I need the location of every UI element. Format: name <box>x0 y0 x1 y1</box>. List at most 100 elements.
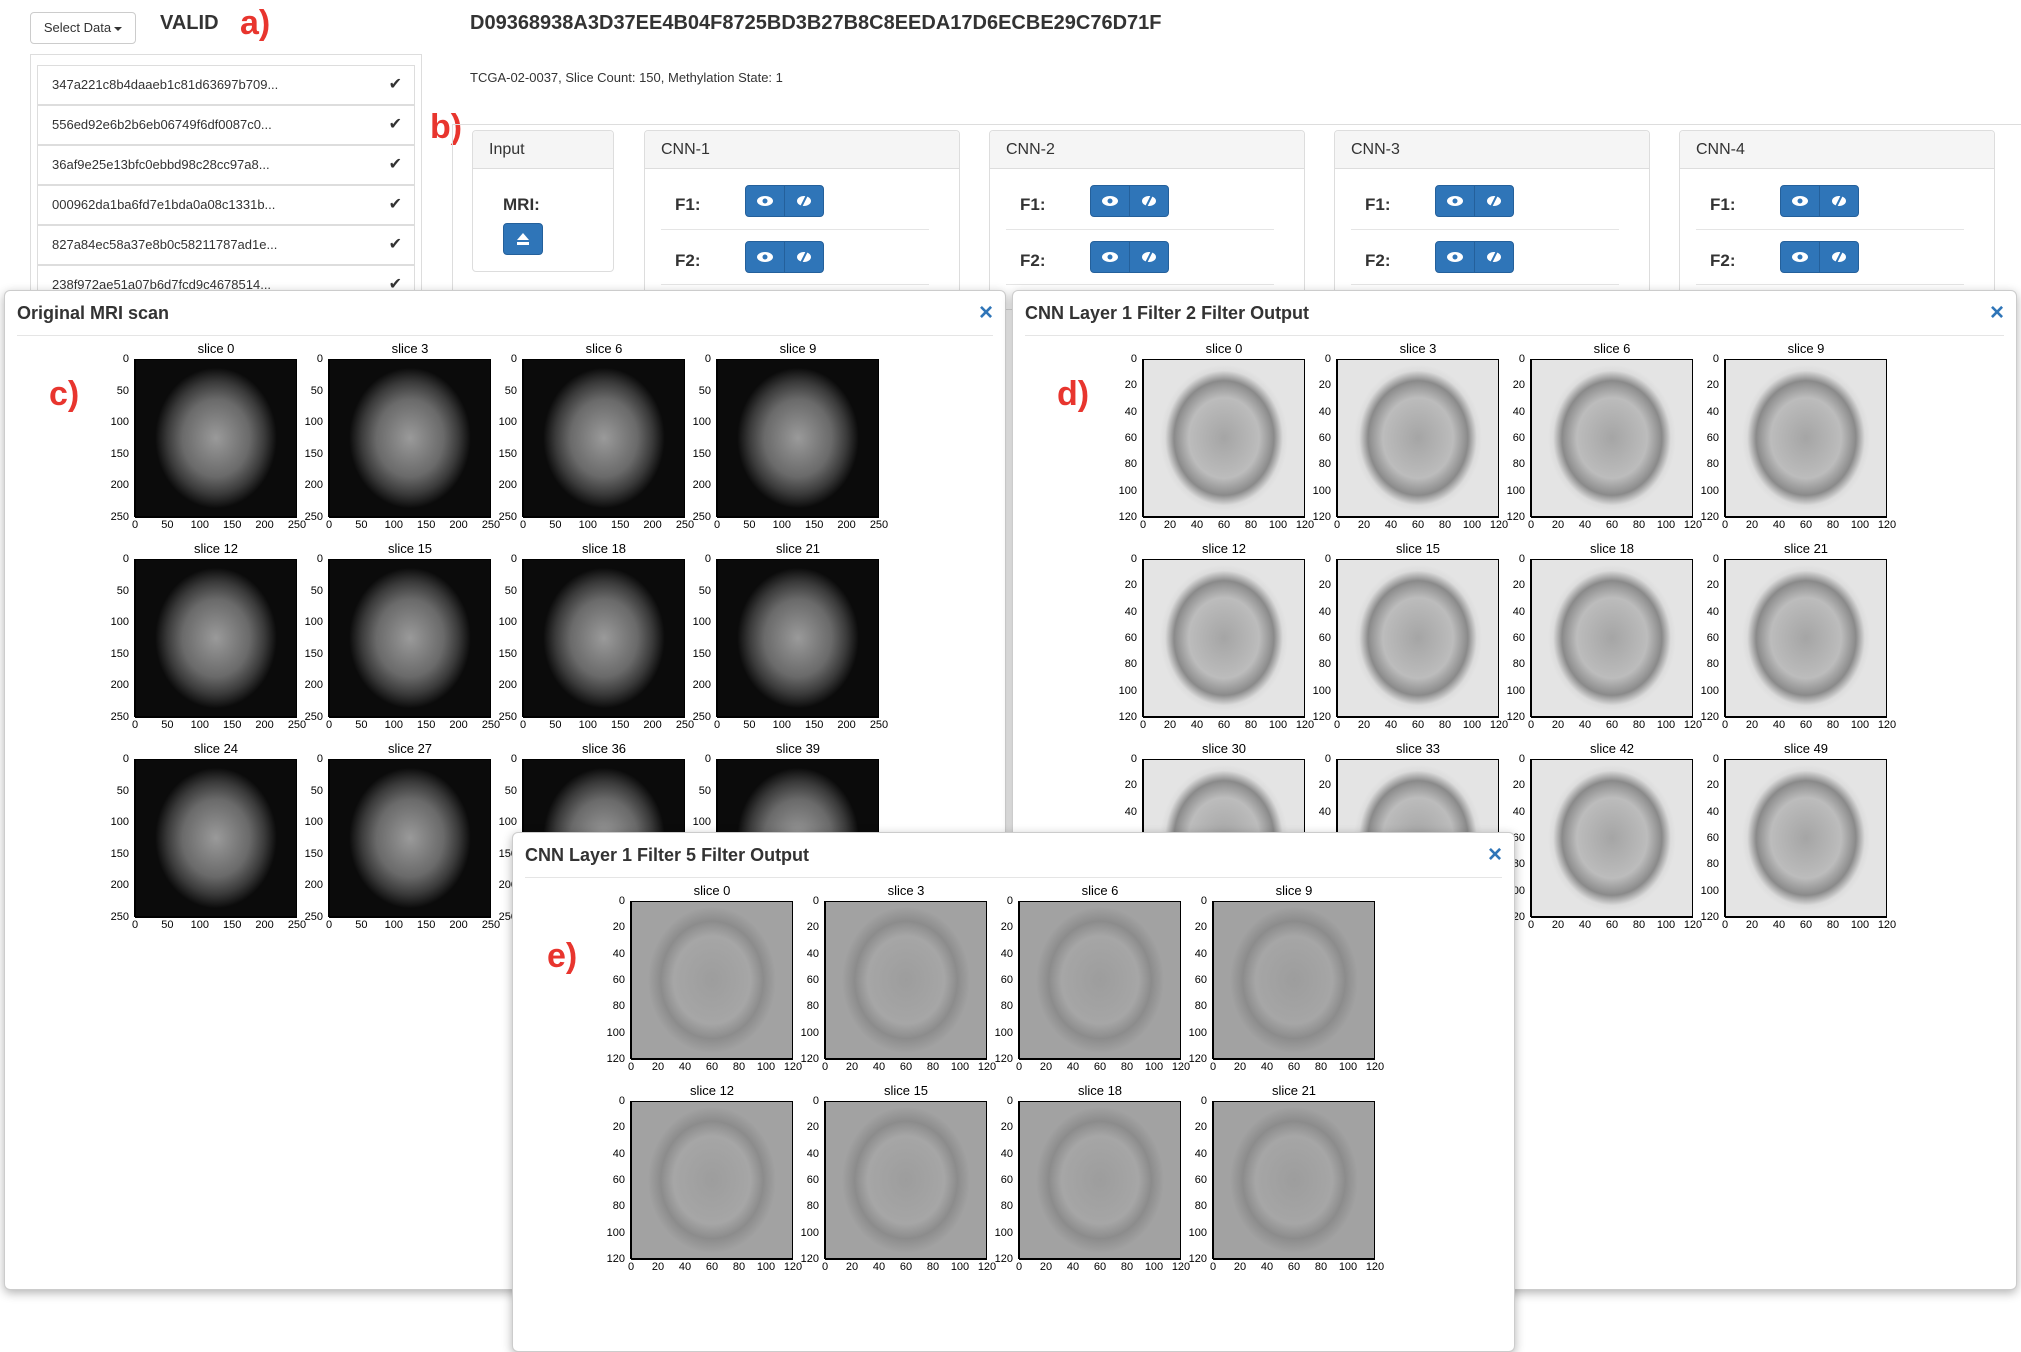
show-f1-button[interactable] <box>1435 185 1475 217</box>
hide-f1-button[interactable] <box>1474 185 1514 217</box>
hide-f2-button[interactable] <box>1819 241 1859 273</box>
eye-icon <box>1447 252 1463 262</box>
hide-f1-button[interactable] <box>1819 185 1859 217</box>
x-tick-label: 0 <box>519 519 527 531</box>
y-tick-label: 80 <box>612 1000 625 1013</box>
y-tick-label: 100 <box>1700 484 1719 497</box>
x-tick-label: 80 <box>1314 1061 1328 1073</box>
caret-down-icon <box>114 26 123 31</box>
x-axis <box>523 517 685 518</box>
show-f2-button[interactable] <box>745 241 785 273</box>
y-tick-label: 150 <box>110 847 129 860</box>
slice-title: slice 18 <box>1077 1083 1123 1098</box>
x-tick-label: 200 <box>255 719 274 731</box>
y-tick-label: 60 <box>1318 632 1331 644</box>
divider <box>1006 229 1274 230</box>
x-tick-label: 80 <box>732 1061 746 1073</box>
x-axis <box>1019 1059 1181 1060</box>
hide-f2-button[interactable] <box>784 241 824 273</box>
list-item[interactable]: 556ed92e6b2b6eb06749f6df0087c0... ✔ <box>37 105 415 145</box>
x-tick-label: 100 <box>1656 919 1676 931</box>
y-tick-label: 60 <box>1194 1174 1207 1186</box>
x-tick-label: 40 <box>1190 719 1204 731</box>
y-axis <box>134 759 135 917</box>
show-f1-button[interactable] <box>1780 185 1820 217</box>
x-axis <box>329 917 491 918</box>
x-tick-label: 80 <box>1632 519 1646 531</box>
x-tick-label: 0 <box>325 519 333 531</box>
slice-title: slice 21 <box>775 541 821 556</box>
x-tick-label: 80 <box>1632 719 1646 731</box>
y-tick-label: 40 <box>1512 605 1525 618</box>
list-item[interactable]: 347a221c8b4daaeb1c81d63697b709... ✔ <box>37 65 415 105</box>
y-tick-label: 150 <box>692 447 711 460</box>
x-tick-label: 50 <box>355 519 368 531</box>
y-tick-label: 0 <box>122 553 129 565</box>
close-icon[interactable]: × <box>1488 841 1502 869</box>
y-tick-label: 0 <box>1006 895 1013 907</box>
x-tick-label: 0 <box>1015 1061 1023 1073</box>
y-tick-label: 0 <box>1006 1095 1013 1107</box>
x-tick-label: 60 <box>705 1261 719 1273</box>
hide-f1-button[interactable] <box>784 185 824 217</box>
x-tick-label: 60 <box>1093 1261 1107 1273</box>
panel-title: CNN-4 <box>1680 131 1994 169</box>
hide-f1-button[interactable] <box>1129 185 1169 217</box>
x-axis <box>135 917 297 918</box>
x-tick-label: 60 <box>1217 719 1231 731</box>
slice-title: slice 18 <box>581 541 627 556</box>
slice-image <box>825 901 987 1059</box>
slice-image <box>1213 901 1375 1059</box>
y-tick-label: 200 <box>692 479 711 492</box>
show-f2-button[interactable] <box>1435 241 1475 273</box>
filter-5-modal: CNN Layer 1 Filter 5 Filter Output × e) … <box>512 832 1515 1352</box>
x-tick-label: 60 <box>1411 519 1425 531</box>
slice-title: slice 9 <box>779 341 817 356</box>
f1-label: F1: <box>1020 195 1046 214</box>
y-axis <box>328 359 329 517</box>
y-axis <box>1018 1101 1019 1259</box>
x-tick-label: 150 <box>223 519 242 531</box>
x-axis <box>717 517 879 518</box>
y-tick-label: 20 <box>1318 579 1331 592</box>
hide-f2-button[interactable] <box>1129 241 1169 273</box>
divider <box>1696 229 1964 230</box>
slice-image <box>1143 359 1305 517</box>
slice-image <box>135 359 297 517</box>
check-icon: ✔ <box>388 116 402 133</box>
hide-f2-button[interactable] <box>1474 241 1514 273</box>
y-tick-label: 20 <box>1318 379 1331 392</box>
show-f2-button[interactable] <box>1780 241 1820 273</box>
y-axis <box>1724 759 1725 917</box>
y-tick-label: 100 <box>498 816 517 829</box>
show-f1-button[interactable] <box>745 185 785 217</box>
x-tick-label: 80 <box>1632 919 1646 931</box>
cnn-4-panel: CNN-4 F1: F2: <box>1679 130 1995 310</box>
x-tick-label: 40 <box>1066 1261 1080 1273</box>
list-item[interactable]: 000962da1ba6fd7e1bda0a08c1331b... ✔ <box>37 185 415 225</box>
load-mri-button[interactable] <box>503 223 543 255</box>
x-axis <box>1531 717 1693 718</box>
panel-title: Input <box>473 131 613 169</box>
y-tick-label: 60 <box>1706 832 1719 844</box>
slice-title: slice 9 <box>1275 883 1313 898</box>
x-tick-label: 150 <box>611 519 630 531</box>
select-data-button[interactable]: Select Data <box>30 12 136 44</box>
x-tick-label: 40 <box>1066 1061 1080 1073</box>
check-icon: ✔ <box>388 236 402 253</box>
close-icon[interactable]: × <box>1990 299 2004 327</box>
slice-title: slice 24 <box>193 741 239 756</box>
x-tick-label: 60 <box>1799 919 1813 931</box>
x-tick-label: 0 <box>1527 919 1535 931</box>
x-tick-label: 100 <box>1268 519 1288 531</box>
y-tick-label: 60 <box>1318 432 1331 444</box>
list-item-label: 827a84ec58a37e8b0c58211787ad1e... <box>52 237 278 252</box>
list-item[interactable]: 827a84ec58a37e8b0c58211787ad1e... ✔ <box>37 225 415 265</box>
show-f1-button[interactable] <box>1090 185 1130 217</box>
show-f2-button[interactable] <box>1090 241 1130 273</box>
y-tick-label: 50 <box>310 784 323 797</box>
y-tick-label: 100 <box>606 1226 625 1239</box>
close-icon[interactable]: × <box>979 299 993 327</box>
list-item[interactable]: 36af9e25e13bfc0ebbd98c28cc97a8... ✔ <box>37 145 415 185</box>
y-tick-label: 0 <box>316 753 323 765</box>
